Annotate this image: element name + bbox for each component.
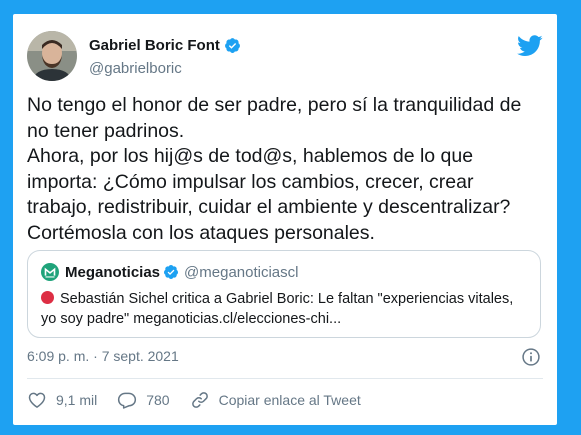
tweet-line: no tener padrinos.	[27, 119, 185, 142]
link-icon	[191, 392, 208, 408]
author-name-row[interactable]: Gabriel Boric Font	[89, 37, 241, 54]
like-button[interactable]: 9,1 mil	[27, 390, 97, 410]
author-handle[interactable]: @gabrielboric	[89, 60, 182, 77]
tweet-card: Gabriel Boric Font @gabrielboric No teng…	[13, 14, 557, 425]
quoted-line: Sebastián Sichel critica a Gabriel Boric…	[41, 289, 531, 309]
reply-button[interactable]: 780	[117, 390, 170, 410]
divider	[27, 378, 543, 379]
tweet-text: No tengo el honor de ser padre, pero sí …	[27, 93, 547, 246]
reply-count: 780	[146, 392, 170, 408]
tweet-line: trabajo, redistribuir, cuidar el ambient…	[27, 196, 511, 218]
meganoticias-logo-icon	[41, 263, 59, 281]
heart-icon	[28, 392, 46, 408]
tweet-line: Ahora, por los hij@s de tod@s, hablemos …	[27, 145, 474, 167]
like-count: 9,1 mil	[56, 392, 98, 408]
tweet-timestamp[interactable]: 6:09 p. m. · 7 sept. 2021	[27, 348, 179, 364]
verified-icon	[164, 265, 179, 279]
tweet-line: Cortémosla con los ataques personales.	[27, 221, 375, 244]
copy-link-button[interactable]: Copiar enlace al Tweet	[190, 390, 361, 410]
quoted-tweet-text: Sebastián Sichel critica a Gabriel Boric…	[41, 289, 531, 329]
quoted-author-handle[interactable]: @meganoticiascl	[184, 264, 298, 281]
tweet-line: importa: ¿Cómo impulsar los cambios, cre…	[27, 170, 474, 193]
author-name[interactable]: Gabriel Boric Font	[89, 37, 220, 54]
quoted-tweet-header: Meganoticias @meganoticiascl	[41, 263, 298, 281]
quoted-author-name[interactable]: Meganoticias	[65, 264, 160, 281]
quoted-line: yo soy padre" meganoticias.cl/elecciones…	[41, 311, 342, 327]
tweet-actions: 9,1 mil 780 Copiar enlace al Tweet	[27, 390, 381, 410]
copy-link-label: Copiar enlace al Tweet	[218, 392, 361, 408]
verified-icon	[224, 38, 240, 53]
avatar-image	[27, 31, 77, 81]
twitter-bird-icon[interactable]	[517, 35, 543, 57]
avatar[interactable]	[27, 31, 77, 81]
info-icon[interactable]	[521, 347, 541, 367]
quoted-tweet[interactable]: Meganoticias @meganoticiascl Sebastián S…	[27, 250, 541, 338]
red-circle-icon	[41, 291, 54, 304]
quoted-line-text: Sebastián Sichel critica a Gabriel Boric…	[60, 291, 514, 307]
reply-icon	[118, 392, 137, 409]
tweet-line: No tengo el honor de ser padre, pero sí …	[27, 94, 522, 116]
